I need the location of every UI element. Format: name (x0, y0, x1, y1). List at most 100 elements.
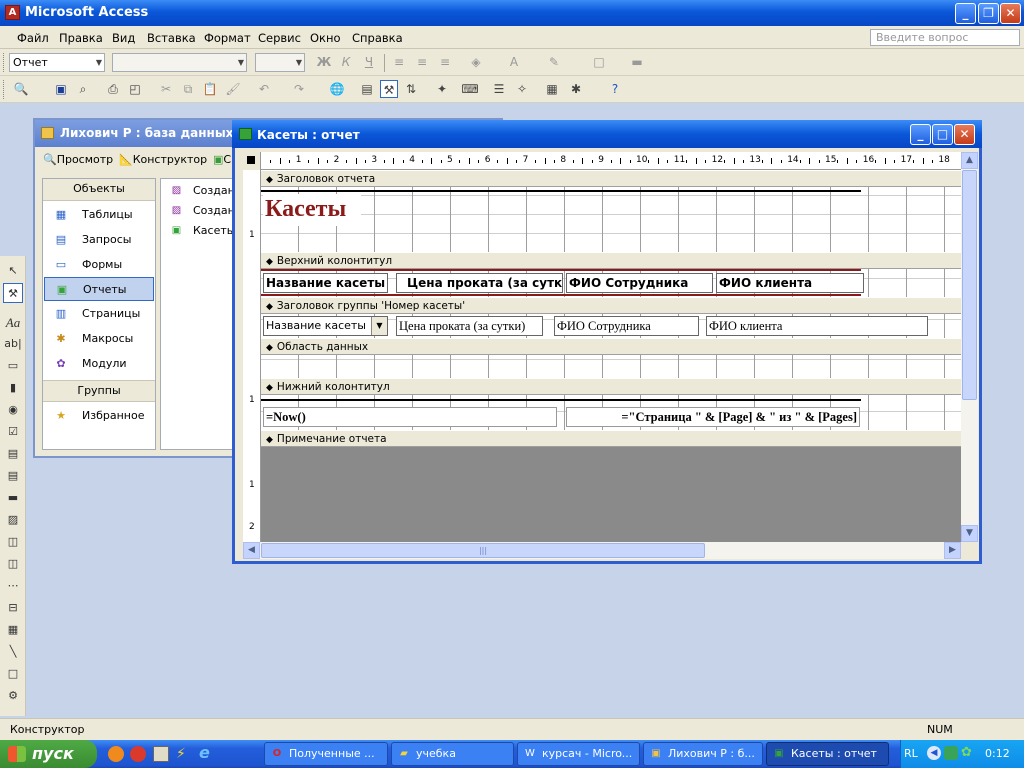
help-icon[interactable]: ? (606, 80, 624, 98)
copy-icon[interactable]: ⧉ (179, 80, 197, 98)
properties-icon[interactable]: ☰ (490, 80, 508, 98)
section-page-header[interactable]: ◆ Верхний колонтитул (261, 252, 961, 269)
field-rental-price[interactable]: Цена проката (за сутки) (396, 316, 543, 336)
groups-header[interactable]: Группы (43, 380, 155, 402)
task-word[interactable]: Wкурсач - Micro... (517, 742, 640, 766)
header-rule-line[interactable] (261, 190, 861, 192)
cut-icon[interactable]: ✂ (157, 80, 175, 98)
save-icon[interactable]: ▣ (52, 80, 70, 98)
create-button[interactable]: ▣С (213, 153, 231, 166)
label-client-name[interactable]: ФИО клиента (716, 273, 864, 293)
page-header-rule-line[interactable] (261, 269, 861, 271)
fill-color-icon[interactable]: ◈ (467, 53, 485, 71)
command-button-tool-icon[interactable]: ▬ (3, 488, 23, 508)
list-item[interactable]: ▣ Касеть (167, 221, 234, 241)
field-client-name[interactable]: ФИО клиента (706, 316, 928, 336)
ask-question-input[interactable]: Введите вопрос (870, 29, 1020, 46)
tray-security-icon[interactable] (944, 746, 958, 760)
page-footer-area[interactable]: =Now() ="Страница " & [Page] & " из " & … (261, 395, 961, 430)
menu-insert[interactable]: Вставка (147, 31, 196, 45)
label-tool-icon[interactable]: Aa (3, 313, 23, 333)
section-group-header[interactable]: ◆ Заголовок группы 'Номер касеты' (261, 297, 961, 314)
restore-button[interactable]: ❐ (978, 3, 999, 24)
combo-dropdown-icon[interactable]: ▼ (371, 317, 387, 335)
object-combo[interactable]: Отчет ▼ (9, 53, 105, 72)
section-page-footer[interactable]: ◆ Нижний колонтитул (261, 378, 961, 395)
line-color-icon[interactable]: ✎ (545, 53, 563, 71)
horizontal-scroll-thumb[interactable]: ||| (261, 543, 705, 558)
scroll-left-icon[interactable]: ◀ (243, 542, 260, 559)
report-header-area[interactable]: Касеты (261, 187, 961, 252)
footer-date-expression[interactable]: =Now() (263, 407, 557, 427)
align-right-icon[interactable]: ≡ (436, 53, 454, 71)
list-item[interactable]: ▨ Создан (167, 181, 235, 201)
print-preview-icon[interactable]: ◰ (126, 80, 144, 98)
database-window-icon[interactable]: ▦ (543, 80, 561, 98)
more-controls-icon[interactable]: ⚙ (3, 686, 23, 706)
scroll-right-icon[interactable]: ▶ (944, 542, 961, 559)
object-reports[interactable]: ▣ Отчеты (44, 277, 154, 301)
report-window-title-bar[interactable]: Касеты : отчет _ □ ✕ (232, 120, 982, 148)
section-detail[interactable]: ◆ Область данных (261, 338, 961, 355)
menu-window[interactable]: Окно (310, 31, 341, 45)
list-item[interactable]: ▨ Создан (167, 201, 235, 221)
option-button-icon[interactable]: ◉ (3, 400, 23, 420)
object-macros[interactable]: ✱ Макросы (44, 327, 154, 351)
option-group-icon[interactable]: ▭ (3, 356, 23, 376)
label-rental-price[interactable]: Цена проката (за сутки) (396, 273, 563, 293)
font-size-combo[interactable]: ▼ (255, 53, 305, 72)
quicklaunch-tool-icon[interactable]: ⚡ (176, 746, 192, 762)
vertical-scrollbar[interactable]: ▲ ▼ (961, 152, 978, 542)
start-button[interactable]: пуск (0, 740, 97, 768)
sorting-grouping-icon[interactable]: ⇅ (402, 80, 420, 98)
horizontal-scrollbar[interactable]: ◀ ||| ▶ (243, 542, 961, 559)
menu-edit[interactable]: Правка (59, 31, 103, 45)
task-report[interactable]: ▣ Касеты : отчет (766, 742, 889, 766)
access-app-icon[interactable]: A (5, 5, 20, 20)
border-icon[interactable]: □ (590, 53, 608, 71)
line-width-icon[interactable]: ▬ (628, 53, 646, 71)
font-name-combo[interactable]: ▼ (112, 53, 247, 72)
footer-page-expression[interactable]: ="Страница " & [Page] & " из " & [Pages] (566, 407, 860, 427)
field-list-icon[interactable]: ▤ (358, 80, 376, 98)
language-indicator[interactable]: RL (904, 747, 918, 760)
section-report-footer[interactable]: ◆ Примечание отчета (261, 430, 961, 447)
design-button[interactable]: 📐Конструктор (119, 153, 207, 166)
minimize-button[interactable]: _ (955, 3, 976, 24)
textbox-tool-icon[interactable]: ab| (3, 334, 23, 354)
object-forms[interactable]: ▭ Формы (44, 253, 154, 277)
toolbar-grip[interactable] (3, 53, 6, 72)
redo-icon[interactable]: ↷ (290, 80, 308, 98)
page-break-icon[interactable]: ⋯ (3, 576, 23, 596)
menu-view[interactable]: Вид (112, 31, 135, 45)
tray-clock[interactable]: 0:12 (985, 747, 1010, 760)
paste-icon[interactable]: 📋 (201, 80, 219, 98)
task-access-db[interactable]: ▣ Лихович Р : б... (643, 742, 763, 766)
select-pointer-icon[interactable]: ↖ (3, 261, 23, 281)
font-color-icon[interactable]: A (505, 53, 523, 71)
scroll-up-icon[interactable]: ▲ (961, 152, 978, 169)
autoformat-icon[interactable]: ✦ (433, 80, 451, 98)
section-report-header[interactable]: ◆ Заголовок отчета (261, 170, 961, 187)
subreport-icon[interactable]: ▦ (3, 620, 23, 640)
report-title-label[interactable]: Касеты (263, 194, 361, 226)
page-header-bottom-line[interactable] (261, 294, 861, 296)
bound-object-icon[interactable]: ◫ (3, 554, 23, 574)
unbound-object-icon[interactable]: ◫ (3, 532, 23, 552)
vertical-scroll-thumb[interactable] (962, 170, 977, 400)
code-icon[interactable]: ⌨ (461, 80, 479, 98)
format-painter-icon[interactable]: 🖌 (224, 80, 242, 98)
scroll-down-icon[interactable]: ▼ (961, 525, 978, 542)
task-opera[interactable]: O Полученные ... (264, 742, 388, 766)
align-left-icon[interactable]: ≡ (390, 53, 408, 71)
object-tables[interactable]: ▦ Таблицы (44, 203, 154, 227)
rectangle-tool-icon[interactable]: □ (3, 664, 23, 684)
page-footer-rule-line[interactable] (261, 399, 861, 401)
field-cassette-name[interactable]: Название касеты ▼ (263, 316, 388, 336)
italic-icon[interactable]: К (337, 53, 355, 71)
align-center-icon[interactable]: ≡ (413, 53, 431, 71)
detail-area[interactable] (261, 355, 961, 378)
internet-explorer-icon[interactable]: e (199, 744, 217, 762)
preview-button[interactable]: 🔍Просмотр (43, 153, 113, 166)
quicklaunch-app-icon[interactable] (108, 746, 124, 762)
